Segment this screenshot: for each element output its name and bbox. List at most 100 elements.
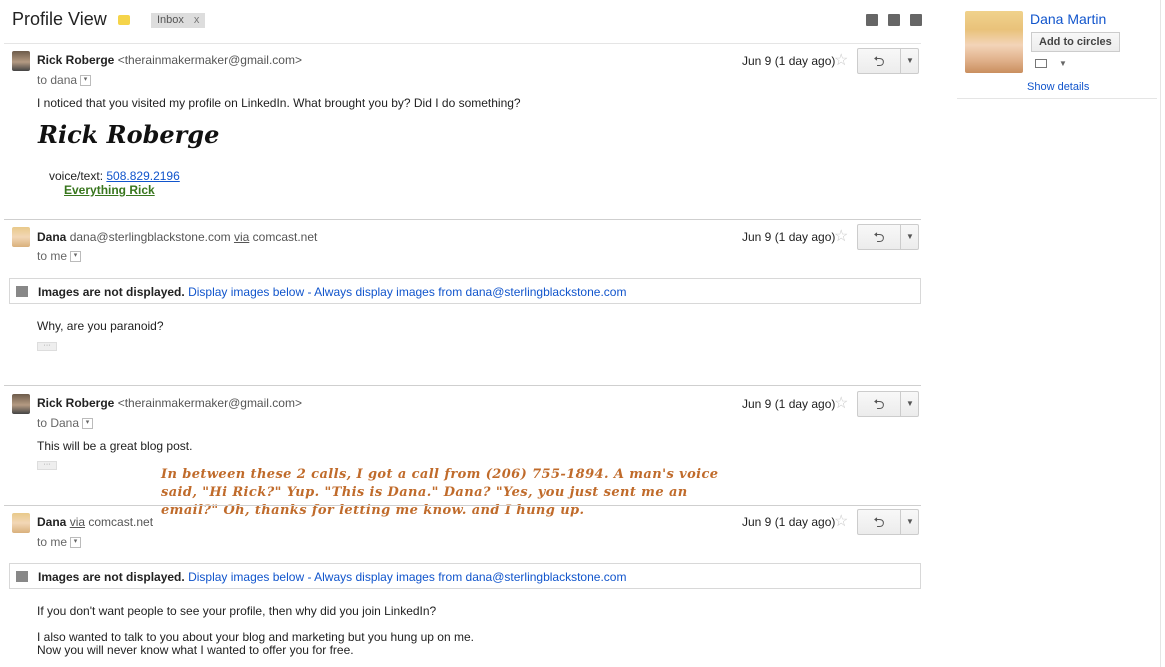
recipient-label: to me [37, 535, 68, 549]
divider [4, 43, 921, 44]
chevron-down-icon[interactable]: ▾ [82, 418, 94, 430]
show-trimmed-content-button[interactable]: ··· [37, 342, 57, 351]
sender-name[interactable]: Rick Roberge [37, 53, 114, 67]
avatar [12, 394, 30, 414]
signature-name: Rick Roberge [38, 120, 220, 149]
message-header: Rick Roberge <therainmakermaker@gmail.co… [37, 53, 302, 67]
signature-phone-line: voice/text: 508.829.2196 [49, 169, 180, 183]
message-header: Dana via comcast.net [37, 515, 153, 529]
avatar [12, 513, 30, 533]
message-date: Jun 9 (1 day ago) [742, 397, 836, 411]
sender-name[interactable]: Dana [37, 230, 66, 244]
phone-link[interactable]: 508.829.2196 [106, 169, 179, 183]
reply-button[interactable]: ⮌ ▼ [857, 48, 919, 74]
message-date: Jun 9 (1 day ago) [742, 54, 836, 68]
star-icon[interactable]: ☆ [834, 393, 848, 413]
separator: - [304, 570, 315, 584]
message-date: Jun 9 (1 day ago) [742, 230, 836, 244]
message-body: This will be a great blog post. [37, 439, 193, 453]
sender-name[interactable]: Rick Roberge [37, 396, 114, 410]
expand-icon[interactable] [910, 14, 922, 26]
inbox-chip-label: Inbox [157, 14, 184, 26]
divider [4, 219, 921, 220]
via-link[interactable]: via [234, 230, 249, 244]
print-icon[interactable] [888, 14, 900, 26]
scrollbar-track[interactable] [1160, 0, 1161, 667]
star-icon[interactable]: ☆ [834, 50, 848, 70]
image-icon [16, 571, 28, 582]
new-window-icon[interactable] [866, 14, 878, 26]
mail-icon[interactable] [1035, 59, 1047, 68]
display-images-link[interactable]: Display images below [188, 570, 304, 584]
display-images-link[interactable]: Display images below [188, 285, 304, 299]
message-header: Rick Roberge <therainmakermaker@gmail.co… [37, 396, 302, 410]
reply-arrow-icon: ⮌ [873, 396, 885, 412]
message-body: I also wanted to talk to you about your … [37, 630, 474, 644]
avatar [12, 51, 30, 71]
annotation-note: In between these 2 calls, I got a call f… [161, 466, 761, 520]
annotation-line: In between these 2 calls, I got a call f… [161, 467, 719, 482]
label-tag-icon[interactable] [118, 15, 130, 25]
divider [957, 98, 1157, 99]
reply-button[interactable]: ⮌ ▼ [857, 509, 919, 535]
images-notice: Images are not displayed. [38, 285, 185, 299]
sender-name[interactable]: Dana [37, 515, 66, 529]
via-domain: comcast.net [88, 515, 154, 529]
images-notice: Images are not displayed. [38, 570, 185, 584]
more-options-icon[interactable]: ▼ [900, 510, 919, 534]
message-body: Now you will never know what I wanted to… [37, 643, 354, 657]
star-icon[interactable]: ☆ [834, 226, 848, 246]
recipient-label: to Dana [37, 416, 80, 430]
chip-close-icon[interactable]: x [194, 14, 200, 26]
signature-link[interactable]: Everything Rick [64, 183, 155, 197]
divider [4, 505, 921, 506]
recipient-label: to dana [37, 73, 78, 87]
avatar [12, 227, 30, 247]
add-to-circles-button[interactable]: Add to circles [1031, 32, 1120, 52]
separator: - [304, 285, 315, 299]
divider [4, 385, 921, 386]
recipient-line: to me ▾ [37, 535, 82, 549]
message-date: Jun 9 (1 day ago) [742, 515, 836, 529]
reply-arrow-icon: ⮌ [873, 514, 885, 530]
sender-email: dana@sterlingblackstone.com [69, 230, 231, 244]
chevron-down-icon[interactable]: ▾ [70, 537, 82, 549]
reply-button[interactable]: ⮌ ▼ [857, 391, 919, 417]
message-body: Why, are you paranoid? [37, 319, 164, 333]
sender-email: <therainmakermaker@gmail.com> [117, 53, 302, 67]
recipient-line: to Dana ▾ [37, 416, 94, 430]
chevron-down-icon[interactable]: ▼ [1059, 59, 1067, 68]
inbox-label-chip[interactable]: Inbox x [151, 13, 206, 28]
more-options-icon[interactable]: ▼ [900, 392, 919, 416]
message-body: If you don't want people to see your pro… [37, 604, 437, 618]
via-link[interactable]: via [70, 515, 85, 529]
reply-arrow-icon: ⮌ [873, 229, 885, 245]
profile-photo [965, 11, 1023, 73]
images-blocked-banner: Images are not displayed. Display images… [9, 563, 921, 589]
reply-button[interactable]: ⮌ ▼ [857, 224, 919, 250]
banner-text: Images are not displayed. Display images… [38, 570, 626, 584]
chevron-down-icon[interactable]: ▾ [80, 75, 92, 87]
chevron-down-icon[interactable]: ▾ [70, 251, 82, 263]
message-body: I noticed that you visited my profile on… [37, 96, 521, 110]
more-options-icon[interactable]: ▼ [900, 225, 919, 249]
always-display-link[interactable]: Always display images from dana@sterling… [314, 285, 626, 299]
more-options-icon[interactable]: ▼ [900, 49, 919, 73]
reply-arrow-icon: ⮌ [873, 53, 885, 69]
recipient-line: to me ▾ [37, 249, 82, 263]
always-display-link[interactable]: Always display images from dana@sterling… [314, 570, 626, 584]
sender-email: <therainmakermaker@gmail.com> [117, 396, 302, 410]
show-trimmed-content-button[interactable]: ··· [37, 461, 57, 470]
image-icon [16, 286, 28, 297]
star-icon[interactable]: ☆ [834, 511, 848, 531]
show-details-link[interactable]: Show details [1027, 81, 1089, 93]
banner-text: Images are not displayed. Display images… [38, 285, 626, 299]
message-header: Dana dana@sterlingblackstone.com via com… [37, 230, 317, 244]
via-domain: comcast.net [252, 230, 318, 244]
images-blocked-banner: Images are not displayed. Display images… [9, 278, 921, 304]
voice-label: voice/text: [49, 169, 104, 183]
profile-name[interactable]: Dana Martin [1030, 11, 1106, 27]
recipient-line: to dana ▾ [37, 73, 92, 87]
page-title: Profile View [12, 9, 107, 29]
recipient-label: to me [37, 249, 68, 263]
